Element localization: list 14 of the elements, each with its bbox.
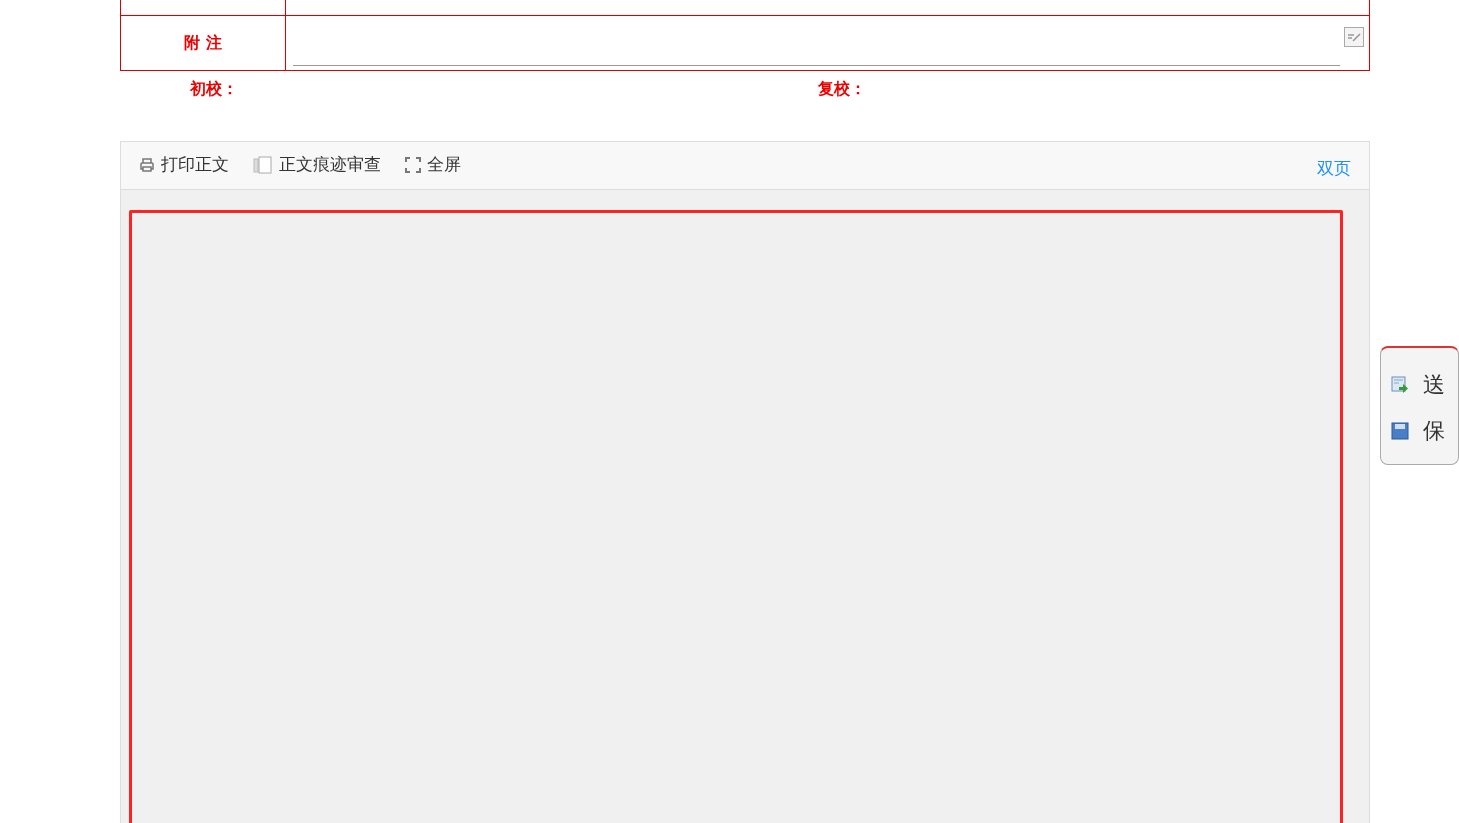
send-icon <box>1391 375 1409 394</box>
signature-label: 复校： <box>818 77 866 100</box>
pages-icon <box>253 156 273 174</box>
toolbar-button[interactable]: 全屏 <box>405 152 461 178</box>
save-icon <box>1391 421 1409 440</box>
printer-icon <box>139 157 155 173</box>
side-menu-item[interactable]: 保 <box>1391 414 1445 447</box>
signature-label: 初校： <box>190 77 238 100</box>
fullscreen-icon <box>405 157 421 173</box>
toolbar-button[interactable]: 正文痕迹审查 <box>253 152 381 178</box>
note-label: 附 注 <box>120 15 286 70</box>
toolbar-button[interactable]: 打印正文 <box>139 152 229 178</box>
edit-icon[interactable] <box>1344 27 1364 47</box>
side-menu-item[interactable]: 送 <box>1391 368 1445 401</box>
